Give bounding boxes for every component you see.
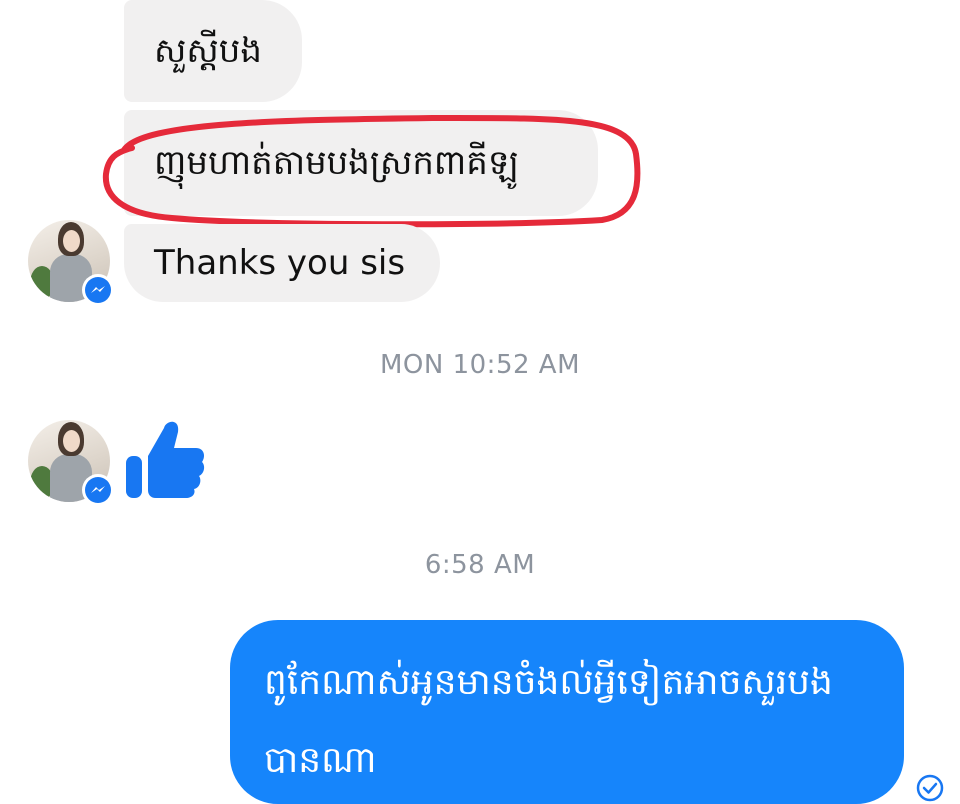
message-text: Thanks you sis	[154, 243, 406, 283]
red-annotation-circle	[102, 114, 641, 228]
contact-avatar[interactable]	[28, 220, 114, 306]
timestamp: MON 10:52 AM	[379, 350, 581, 380]
contact-avatar[interactable]	[28, 420, 114, 506]
message-text-line: បានណា	[264, 740, 377, 781]
thumbs-up-icon[interactable]	[124, 416, 206, 500]
messenger-icon	[82, 274, 114, 306]
seen-check-icon	[916, 774, 944, 802]
message-text: សួស្តីបង	[154, 31, 262, 71]
messenger-icon	[82, 474, 114, 506]
outgoing-message-bubble[interactable]: ពូកែណាស់អូនមានចំងល់អ្វីទៀតអាចសួរបង បានណា	[230, 620, 904, 804]
incoming-message-bubble[interactable]: Thanks you sis	[124, 224, 440, 302]
message-text-line: ពូកែណាស់អូនមានចំងល់អ្វីទៀតអាចសួរបង	[264, 662, 833, 703]
incoming-message-bubble[interactable]: សួស្តីបង	[124, 0, 302, 102]
timestamp: 6:58 AM	[424, 550, 536, 580]
